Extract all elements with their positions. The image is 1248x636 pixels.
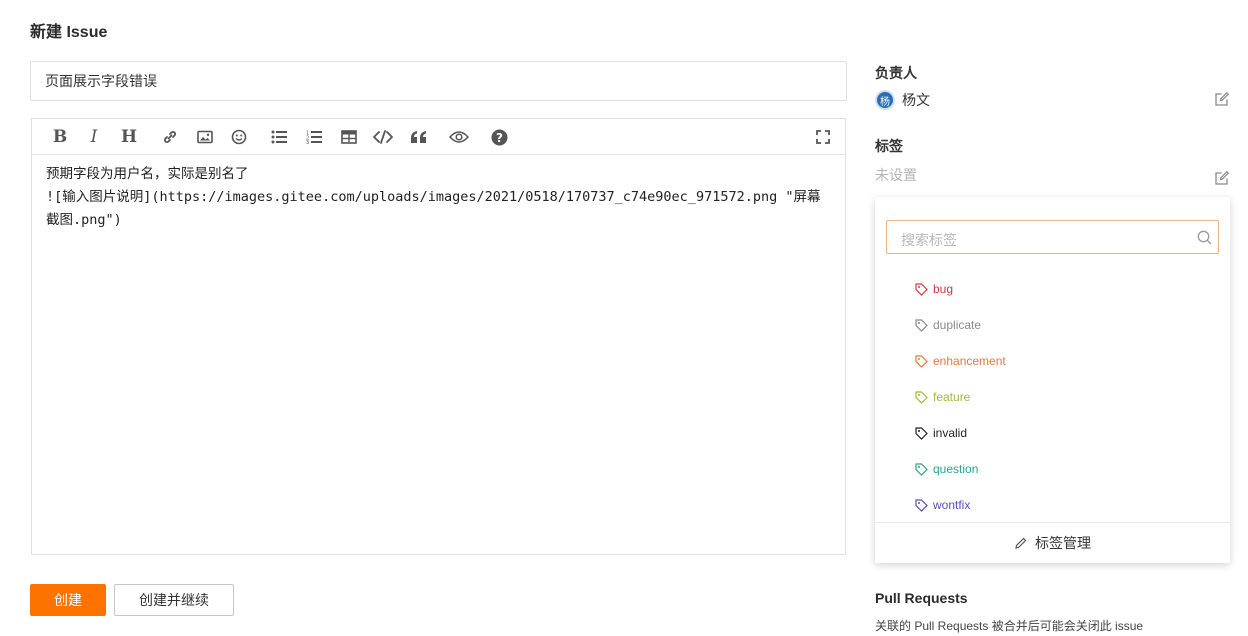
- editor-textarea[interactable]: 预期字段为用户名，实际是别名了 ![输入图片说明](https://images…: [32, 155, 845, 240]
- label-search-placeholder: 搜索标签: [901, 232, 957, 248]
- edit-labels-icon[interactable]: [1214, 170, 1230, 186]
- image-icon[interactable]: [194, 127, 216, 147]
- manage-labels-label: 标签管理: [1035, 535, 1091, 551]
- label-search-input[interactable]: 搜索标签: [886, 220, 1219, 254]
- tag-icon: [915, 462, 928, 476]
- label-option-name: question: [933, 462, 979, 476]
- italic-icon[interactable]: I: [83, 127, 105, 147]
- create-button[interactable]: 创建: [30, 584, 106, 616]
- create-continue-button[interactable]: 创建并继续: [114, 584, 234, 616]
- label-option-name: duplicate: [933, 318, 982, 332]
- svg-text:3: 3: [306, 140, 309, 144]
- label-option[interactable]: bug: [915, 280, 953, 298]
- label-option[interactable]: invalid: [915, 424, 967, 442]
- tag-icon: [915, 390, 928, 404]
- issue-title-input[interactable]: 页面展示字段错误: [30, 61, 847, 101]
- tag-icon: [915, 426, 928, 440]
- ordered-list-icon[interactable]: 123: [303, 127, 325, 147]
- tag-icon: [915, 498, 928, 512]
- label-option-name: enhancement: [933, 354, 1006, 368]
- preview-icon[interactable]: [446, 127, 472, 147]
- markdown-editor: B I H 123 ? 预期字段为用户名，实际是别名了 ![输入图片说明](ht…: [31, 118, 846, 555]
- pull-requests-heading: Pull Requests: [875, 590, 968, 606]
- label-option[interactable]: question: [915, 460, 978, 478]
- editor-toolbar: B I H 123 ?: [32, 119, 845, 155]
- tag-icon: [915, 354, 928, 368]
- unordered-list-icon[interactable]: [268, 127, 290, 147]
- edit-assignee-icon[interactable]: [1214, 91, 1230, 107]
- help-icon[interactable]: ?: [488, 127, 510, 147]
- pencil-icon: [1015, 537, 1027, 549]
- label-option-name: bug: [933, 282, 954, 296]
- table-icon[interactable]: [338, 127, 360, 147]
- labels-dropdown: 搜索标签 bug duplicate enhancement feature inval…: [875, 197, 1230, 563]
- manage-labels-button[interactable]: 标签管理: [875, 522, 1230, 563]
- label-option-name: wontfix: [933, 498, 971, 512]
- tag-icon: [915, 282, 928, 296]
- link-icon[interactable]: [159, 127, 181, 147]
- svg-text:?: ?: [496, 131, 503, 145]
- fullscreen-icon[interactable]: [812, 127, 834, 147]
- emoji-icon[interactable]: [228, 127, 250, 147]
- label-option-name: feature: [933, 390, 971, 404]
- labels-heading: 标签: [875, 138, 903, 154]
- page-title: 新建 Issue: [30, 24, 108, 41]
- search-icon: [1197, 230, 1212, 250]
- assignee-heading: 负责人: [875, 65, 917, 81]
- tag-icon: [915, 318, 928, 332]
- code-icon[interactable]: [372, 127, 394, 147]
- avatar: 杨: [875, 90, 895, 110]
- quote-icon[interactable]: [408, 127, 430, 147]
- label-option-name: invalid: [933, 426, 968, 440]
- label-option[interactable]: wontfix: [915, 496, 970, 514]
- label-option[interactable]: enhancement: [915, 352, 1006, 370]
- labels-value: 未设置: [875, 167, 917, 183]
- bold-icon[interactable]: B: [49, 127, 71, 147]
- label-option[interactable]: feature: [915, 388, 970, 406]
- label-option[interactable]: duplicate: [915, 316, 981, 334]
- assignee-name: 杨文: [902, 92, 930, 108]
- assignee-value: 杨 杨文: [875, 90, 930, 110]
- pull-requests-description: 关联的 Pull Requests 被合并后可能会关闭此 issue: [875, 619, 1144, 633]
- heading-icon[interactable]: H: [118, 127, 140, 147]
